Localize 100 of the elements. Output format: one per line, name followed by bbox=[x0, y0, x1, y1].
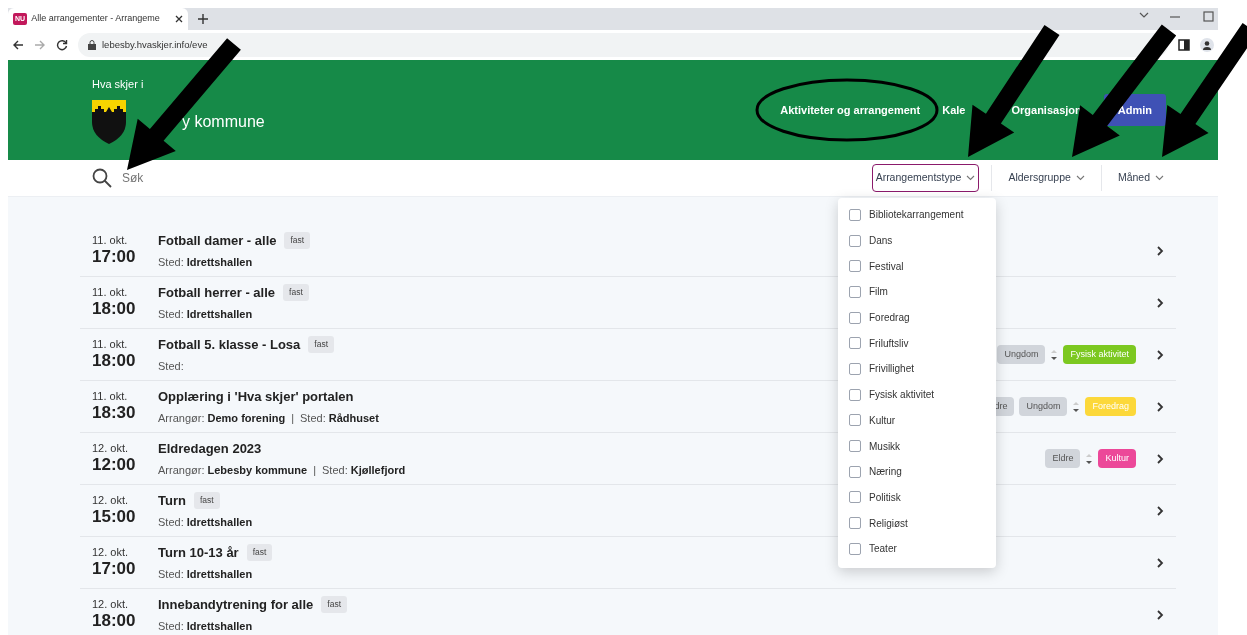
option-label[interactable]: Religiøst bbox=[869, 515, 908, 531]
back-icon[interactable] bbox=[12, 39, 24, 51]
filter-dropdown[interactable]: Måned bbox=[1113, 164, 1168, 192]
option-label[interactable]: Bibliotekarrangement bbox=[869, 207, 964, 223]
event-time: 18:00 bbox=[92, 299, 137, 320]
chevron-right-icon bbox=[1156, 401, 1164, 412]
event-date: 11. okt. bbox=[92, 233, 129, 248]
checkbox[interactable] bbox=[849, 440, 861, 453]
nav-link[interactable]: Aktiviteter og arrangement bbox=[780, 101, 921, 119]
checkbox[interactable] bbox=[849, 465, 861, 478]
event-title[interactable]: Turn bbox=[158, 491, 186, 511]
option-label[interactable]: Kultur bbox=[869, 412, 896, 428]
recurring-badge: fast bbox=[284, 232, 311, 250]
option-label[interactable]: Teater bbox=[869, 541, 897, 557]
event-title[interactable]: Eldredagen 2023 bbox=[158, 439, 262, 459]
event-title[interactable]: Turn 10-13 år bbox=[158, 543, 239, 563]
checkbox[interactable] bbox=[849, 234, 861, 247]
chevron-right-icon bbox=[1156, 609, 1164, 620]
option-label[interactable]: Frivillighet bbox=[869, 361, 914, 377]
option-label[interactable]: Musikk bbox=[869, 438, 901, 454]
new-tab-icon[interactable] bbox=[198, 14, 208, 24]
event-time: 12:00 bbox=[92, 455, 137, 476]
filter-dropdown[interactable]: Arrangementstype bbox=[871, 164, 980, 192]
search-icon bbox=[92, 168, 112, 188]
tab-title[interactable]: Alle arrangementer - Arrangeme bbox=[31, 12, 171, 26]
close-icon[interactable] bbox=[175, 15, 183, 23]
checkbox[interactable] bbox=[849, 517, 861, 530]
search-field[interactable]: Søk bbox=[120, 168, 420, 188]
profile-icon[interactable] bbox=[1200, 38, 1214, 52]
event-time: 18:30 bbox=[92, 403, 137, 424]
option-label[interactable]: Foredrag bbox=[869, 310, 910, 326]
chevron-right-icon bbox=[1156, 297, 1164, 308]
option-label[interactable]: Festival bbox=[869, 258, 904, 274]
chevron-right-icon bbox=[1156, 349, 1164, 360]
checkbox[interactable] bbox=[849, 337, 861, 350]
sidebar-icon[interactable] bbox=[1178, 39, 1190, 51]
chevron-right-icon bbox=[1156, 245, 1164, 256]
separator: | bbox=[313, 462, 316, 478]
event-detail: Sted: Rådhuset bbox=[300, 410, 379, 426]
reload-icon[interactable] bbox=[56, 39, 68, 51]
option-label[interactable]: Fysisk aktivitet bbox=[869, 387, 934, 403]
event-title[interactable]: Fotball herrer - alle bbox=[158, 283, 276, 303]
checkbox[interactable] bbox=[849, 208, 861, 221]
event-time: 18:00 bbox=[92, 351, 137, 372]
sort-icon[interactable] bbox=[1085, 451, 1094, 466]
chevron-icon bbox=[1075, 175, 1085, 181]
option-label[interactable]: Næring bbox=[869, 464, 902, 480]
separator: | bbox=[291, 410, 294, 426]
chevron-right-icon bbox=[1156, 557, 1164, 568]
tag: Kultur bbox=[1098, 448, 1136, 469]
recurring-badge: fast bbox=[283, 284, 309, 302]
option-label[interactable]: Film bbox=[869, 284, 888, 300]
checkbox[interactable] bbox=[849, 285, 861, 298]
recurring-badge: fast bbox=[193, 492, 220, 510]
option-label[interactable]: Politisk bbox=[869, 489, 901, 505]
checkbox[interactable] bbox=[849, 311, 861, 324]
recurring-badge: fast bbox=[308, 336, 335, 354]
event-time: 18:00 bbox=[92, 611, 137, 632]
event-row[interactable]: 12. okt. 18:00 Innebandytrening for alle fast Sted: Idrettshallen bbox=[80, 589, 1176, 635]
nav-link[interactable]: Organisasjon bbox=[1011, 101, 1082, 119]
event-date: 12. okt. bbox=[92, 493, 130, 508]
checkbox[interactable] bbox=[849, 542, 861, 555]
checkbox[interactable] bbox=[849, 414, 861, 427]
chevron-right-icon bbox=[1156, 505, 1164, 516]
filter-dropdown[interactable]: Aldersgruppe bbox=[1004, 164, 1089, 192]
event-detail: Sted: Idrettshallen bbox=[158, 566, 253, 582]
event-date: 12. okt. bbox=[92, 545, 130, 560]
sort-icon[interactable] bbox=[1072, 399, 1081, 414]
option-label[interactable]: Friluftsliv bbox=[869, 335, 909, 351]
event-time: 15:00 bbox=[92, 507, 137, 528]
tag: Ungdom bbox=[1019, 396, 1068, 417]
event-title[interactable]: Innebandytrening for alle bbox=[158, 595, 314, 615]
event-date: 11. okt. bbox=[92, 337, 129, 352]
address-field[interactable]: lebesby.hvaskjer.info/eve bbox=[102, 37, 208, 53]
event-title[interactable]: Opplæring i 'Hva skjer' portalen bbox=[158, 387, 354, 407]
event-title[interactable]: Fotball 5. klasse - Losa bbox=[158, 335, 301, 355]
tag: Ungdom bbox=[997, 344, 1046, 365]
recurring-badge: fast bbox=[321, 596, 347, 614]
checkbox[interactable] bbox=[849, 491, 861, 504]
event-time: 17:00 bbox=[92, 247, 137, 268]
tag: Fysisk aktivitet bbox=[1063, 344, 1136, 365]
nav-link[interactable]: Kale bbox=[942, 101, 966, 119]
option-label[interactable]: Dans bbox=[869, 233, 893, 249]
event-title[interactable]: Fotball damer - alle bbox=[158, 231, 277, 251]
event-detail: Sted: bbox=[158, 358, 184, 374]
checkbox[interactable] bbox=[849, 388, 861, 401]
forward-icon[interactable] bbox=[34, 39, 46, 51]
event-date: 12. okt. bbox=[92, 597, 130, 612]
event-time: 17:00 bbox=[92, 559, 137, 580]
event-date: 11. okt. bbox=[92, 285, 129, 300]
lock-icon bbox=[88, 40, 96, 50]
checkbox[interactable] bbox=[849, 260, 861, 273]
event-detail: Sted: Idrettshallen bbox=[158, 306, 253, 322]
checkbox[interactable] bbox=[849, 362, 861, 375]
event-detail: Sted: Idrettshallen bbox=[158, 254, 253, 270]
site-kicker: Hva skjer i bbox=[92, 76, 145, 92]
event-detail: Sted: Idrettshallen bbox=[158, 618, 253, 634]
sort-icon[interactable] bbox=[1050, 347, 1059, 362]
event-detail: Sted: Kjøllefjord bbox=[322, 462, 406, 478]
tag: Foredrag bbox=[1085, 396, 1136, 417]
